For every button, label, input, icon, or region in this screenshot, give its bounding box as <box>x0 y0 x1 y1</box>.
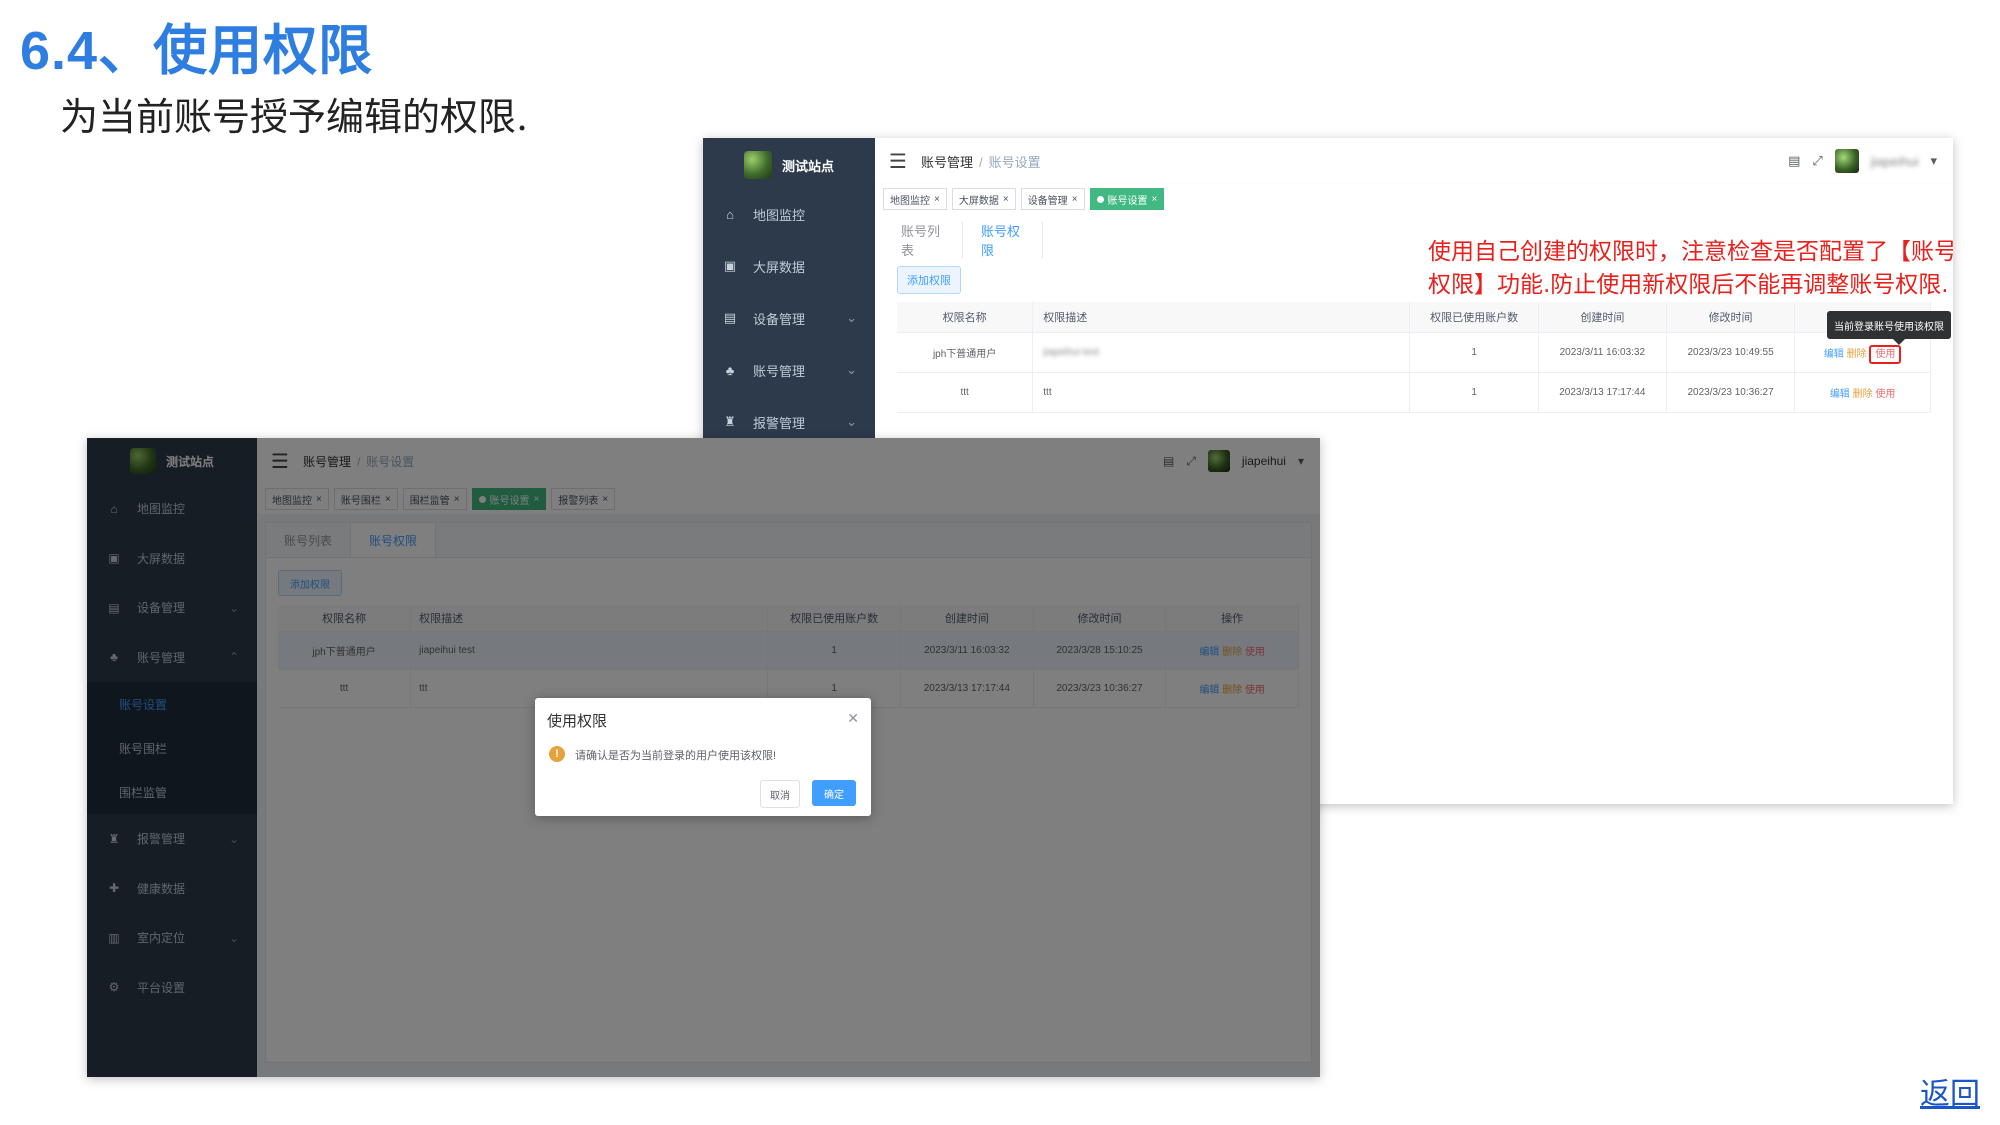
close-icon[interactable]: × <box>1152 194 1158 205</box>
table-row: ttt ttt 1 2023/3/13 17:17:44 2023/3/23 1… <box>897 372 1931 413</box>
tag-devices[interactable]: 设备管理 × <box>1020 188 1085 210</box>
column-header: 权限描述 <box>1032 302 1411 333</box>
tag-account-settings[interactable]: 账号设置× <box>1089 188 1165 210</box>
cell-created: 2023/3/13 17:17:44 <box>1538 372 1667 413</box>
close-icon[interactable]: × <box>1003 194 1009 205</box>
chevron-down-icon: ⌄ <box>846 362 857 377</box>
slide-title: 6.4、使用权限 <box>20 21 374 81</box>
sidebar-item-map[interactable]: ⌂地图监控 <box>703 188 875 240</box>
logo-image <box>743 151 772 179</box>
document-icon[interactable]: ▤ <box>1788 153 1800 169</box>
close-icon[interactable]: × <box>1072 194 1078 205</box>
edit-button[interactable]: 编辑 <box>1830 389 1850 400</box>
add-permission-button[interactable]: 添加权限 <box>897 266 961 294</box>
cell-modified: 2023/3/23 10:49:55 <box>1666 332 1796 373</box>
tab-account-permissions[interactable]: 账号权限 <box>962 222 1043 258</box>
permission-table: 权限名称 权限描述 权限已使用账户数 创建时间 修改时间 jph下普通用户 ji… <box>897 302 1931 413</box>
warning-icon: ! <box>549 746 565 762</box>
logo-text: 测试站点 <box>781 158 834 174</box>
tag-bigscreen[interactable]: 大屏数据 × <box>951 188 1016 210</box>
column-header: 修改时间 <box>1666 302 1796 333</box>
use-button[interactable]: 使用 <box>1869 345 1902 364</box>
cell-count: 1 <box>1409 332 1539 373</box>
slide-subtitle: 为当前账号授予编辑的权限. <box>60 95 529 139</box>
table-row: jph下普通用户 jiapeihui test 1 2023/3/11 16:0… <box>897 332 1931 373</box>
sidebar-item-accounts[interactable]: ♣ 账号管理 ⌄ <box>703 344 875 396</box>
cancel-button[interactable]: 取消 <box>760 780 800 808</box>
chevron-down-icon: ⌄ <box>846 310 857 325</box>
delete-button[interactable]: 删除 <box>1853 389 1873 400</box>
topbar: ☰ 账号管理/账号设置 ▤ ⤢ jiapeihui ▾ <box>875 138 1953 185</box>
username[interactable]: jiapeihui <box>1871 154 1919 169</box>
dashboard-icon: ▣ <box>723 258 737 273</box>
close-icon[interactable]: ✕ <box>847 710 859 727</box>
delete-button[interactable]: 删除 <box>1847 349 1867 360</box>
alarm-icon: ♜ <box>724 414 736 429</box>
screenshot-confirm-dialog: 测试站点 ⌂地图监控 ▣大屏数据 ▤设备管理⌄ ♣账号管理⌃ 账号设置 账号围栏… <box>87 438 1320 1077</box>
fullscreen-icon[interactable]: ⤢ <box>1812 153 1822 169</box>
confirm-button[interactable]: 确定 <box>812 780 856 806</box>
warning-annotation: 使用自己创建的权限时，注意检查是否配置了【账号权限】功能.防止使用新权限后不能再… <box>1428 239 1953 298</box>
tag-map[interactable]: 地图监控× <box>883 188 947 210</box>
org-icon: ♣ <box>725 362 735 378</box>
home-icon: ⌂ <box>726 206 734 222</box>
hamburger-icon[interactable]: ☰ <box>889 149 907 174</box>
edit-button[interactable]: 编辑 <box>1824 349 1844 360</box>
dialog-message: 请确认是否为当前登录的用户使用该权限! <box>575 750 777 762</box>
tabs: 账号列表 账号权限 <box>883 222 1043 258</box>
cell-name: jph下普通用户 <box>897 332 1034 373</box>
use-button[interactable]: 使用 <box>1875 389 1895 400</box>
chevron-down-icon: ⌄ <box>846 414 857 429</box>
cell-desc: ttt <box>1032 372 1411 413</box>
cell-count: 1 <box>1409 372 1539 413</box>
caret-down-icon[interactable]: ▾ <box>1930 153 1937 169</box>
sidebar-item-devices[interactable]: ▤设备管理⌄ <box>703 292 875 344</box>
cell-name: ttt <box>897 372 1034 413</box>
active-dot-icon <box>1096 195 1104 203</box>
breadcrumb: 账号管理/账号设置 <box>920 154 1041 170</box>
sidebar-item-bigscreen[interactable]: ▣大屏数据 <box>703 240 875 292</box>
column-header: 权限已使用账户数 <box>1409 302 1539 333</box>
dialog-title: 使用权限 <box>547 713 608 730</box>
tab-account-list[interactable]: 账号列表 <box>883 222 962 258</box>
avatar[interactable] <box>1834 149 1859 173</box>
column-header: 权限名称 <box>897 302 1034 333</box>
logo: 测试站点 <box>703 142 875 188</box>
cell-modified: 2023/3/23 10:36:27 <box>1666 372 1796 413</box>
cell-created: 2023/3/11 16:03:32 <box>1538 332 1667 373</box>
use-tooltip: 当前登录账号使用该权限 <box>1827 311 1951 345</box>
device-icon: ▤ <box>723 310 737 325</box>
use-permission-dialog: 使用权限 ✕ ! 请确认是否为当前登录的用户使用该权限! 取消 确定 <box>535 698 871 816</box>
cell-actions: 编辑 删除 使用 <box>1794 372 1931 413</box>
tags-view: 地图监控 × 大屏数据 × 设备管理 × 账号设置 × <box>875 184 1953 215</box>
back-link[interactable]: 返回 <box>1920 1069 1980 1113</box>
column-header: 创建时间 <box>1538 302 1667 333</box>
cell-desc: jiapeihui test <box>1032 332 1411 373</box>
close-icon[interactable]: × <box>934 194 940 205</box>
